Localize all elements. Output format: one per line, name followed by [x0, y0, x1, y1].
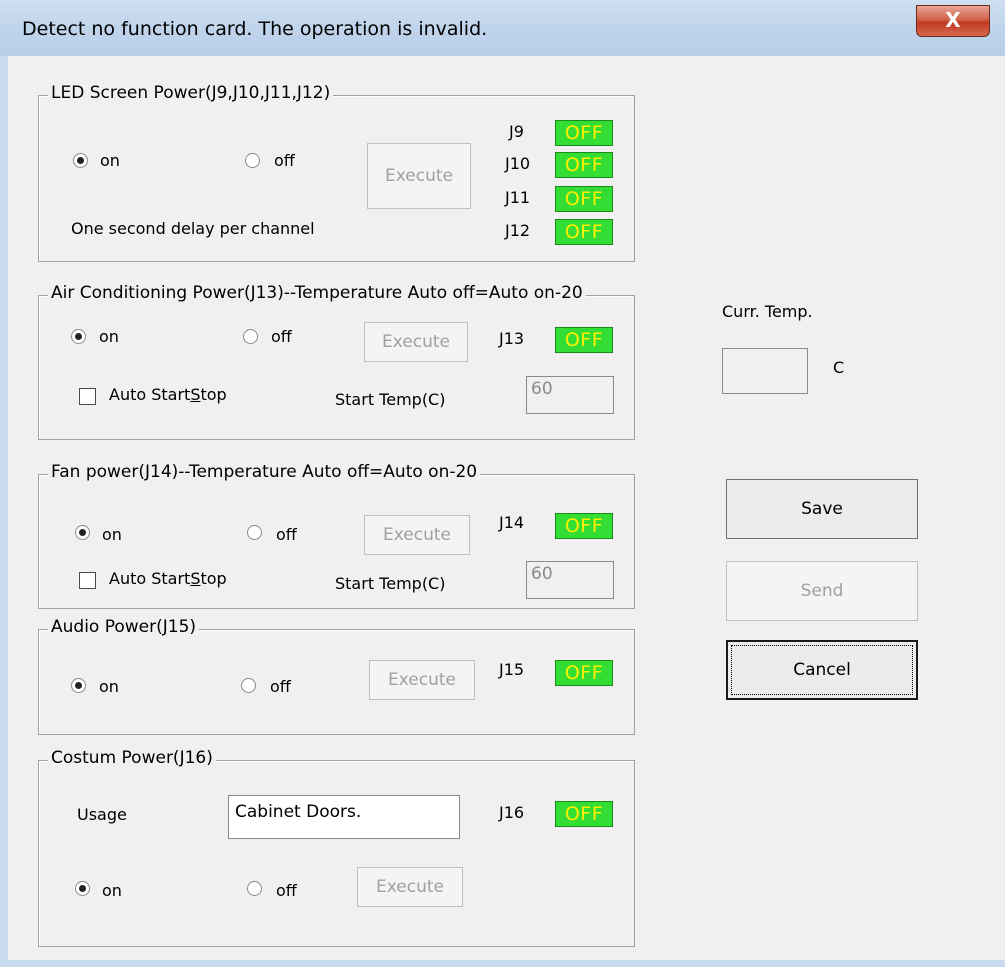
air-conditioning-group: Air Conditioning Power(J13)--Temperature…	[38, 283, 635, 440]
air-off-label: off	[271, 327, 292, 346]
audio-off-label: off	[270, 677, 291, 696]
fan-power-group: Fan power(J14)--Temperature Auto off=Aut…	[38, 462, 635, 609]
audio-on-label: on	[99, 677, 119, 696]
fan-start-temp-field[interactable]: 60	[526, 561, 614, 599]
window-bottom-border	[0, 960, 1005, 967]
j10-status-badge: OFF	[555, 152, 613, 178]
air-execute-button[interactable]: Execute	[364, 322, 468, 362]
custom-execute-button[interactable]: Execute	[357, 867, 463, 907]
j10-label: J10	[505, 154, 531, 173]
send-button[interactable]: Send	[726, 561, 918, 621]
fan-power-group-title: Fan power(J14)--Temperature Auto off=Aut…	[48, 462, 481, 482]
fan-execute-label: Execute	[383, 525, 451, 545]
j12-status-badge: OFF	[555, 219, 613, 245]
led-on-label: on	[100, 151, 120, 170]
save-label: Save	[801, 499, 843, 519]
j14-label: J14	[499, 513, 525, 532]
j9-label: J9	[509, 122, 524, 141]
fan-execute-button[interactable]: Execute	[364, 515, 470, 555]
air-on-radio[interactable]	[71, 329, 86, 344]
audio-power-group: Audio Power(J15) on off Execute J15 OFF	[38, 617, 635, 735]
air-auto-startstop-checkbox[interactable]	[79, 388, 96, 405]
send-label: Send	[800, 581, 844, 601]
fan-auto-startstop-label: Auto StartStop	[109, 569, 227, 588]
window-left-border	[0, 0, 8, 967]
curr-temp-label: Curr. Temp.	[722, 302, 813, 321]
dialog-window: Detect no function card. The operation i…	[0, 0, 1005, 967]
led-power-group-title: LED Screen Power(J9,J10,J11,J12)	[48, 83, 334, 103]
j11-status-badge: OFF	[555, 186, 613, 212]
air-conditioning-group-title: Air Conditioning Power(J13)--Temperature…	[48, 283, 586, 303]
j16-status-badge: OFF	[555, 801, 613, 827]
air-start-temp-field[interactable]: 60	[526, 376, 614, 414]
window-title: Detect no function card. The operation i…	[22, 18, 488, 40]
custom-power-group-title: Costum Power(J16)	[48, 748, 216, 768]
cancel-button[interactable]: Cancel	[726, 640, 918, 700]
j13-label: J13	[499, 329, 525, 348]
fan-auto-startstop-checkbox[interactable]	[79, 572, 96, 589]
usage-input[interactable]: Cabinet Doors.	[228, 795, 460, 839]
fan-start-temp-label: Start Temp(C)	[335, 574, 446, 593]
j15-label: J15	[499, 660, 525, 679]
custom-on-label: on	[102, 881, 122, 900]
curr-temp-field	[722, 348, 808, 394]
led-execute-button[interactable]: Execute	[367, 143, 471, 209]
air-off-radio[interactable]	[243, 329, 258, 344]
close-icon: X	[945, 8, 961, 32]
fan-off-label: off	[276, 525, 297, 544]
j11-label: J11	[505, 188, 531, 207]
j12-label: J12	[505, 221, 531, 240]
air-start-temp-label: Start Temp(C)	[335, 390, 446, 409]
j14-status-badge: OFF	[555, 513, 613, 539]
fan-on-label: on	[102, 525, 122, 544]
led-delay-note: One second delay per channel	[71, 219, 315, 238]
title-bar[interactable]: Detect no function card. The operation i…	[0, 0, 1005, 56]
air-on-label: on	[99, 327, 119, 346]
custom-power-group: Costum Power(J16) Usage Cabinet Doors. J…	[38, 748, 635, 947]
custom-off-radio[interactable]	[247, 881, 262, 896]
usage-label: Usage	[77, 805, 127, 824]
audio-on-radio[interactable]	[71, 678, 86, 693]
j16-label: J16	[499, 803, 525, 822]
dialog-client-area: LED Screen Power(J9,J10,J11,J12) on off …	[8, 56, 1003, 960]
fan-on-radio[interactable]	[75, 525, 90, 540]
j13-status-badge: OFF	[555, 327, 613, 353]
close-button[interactable]: X	[916, 5, 990, 37]
cancel-label: Cancel	[793, 660, 851, 680]
j15-status-badge: OFF	[555, 660, 613, 686]
led-power-group: LED Screen Power(J9,J10,J11,J12) on off …	[38, 83, 635, 262]
save-button[interactable]: Save	[726, 479, 918, 539]
led-on-radio[interactable]	[73, 153, 88, 168]
custom-execute-label: Execute	[376, 877, 444, 897]
custom-off-label: off	[276, 881, 297, 900]
audio-off-radio[interactable]	[241, 678, 256, 693]
led-off-radio[interactable]	[245, 153, 260, 168]
audio-execute-button[interactable]: Execute	[369, 660, 475, 700]
led-off-label: off	[274, 151, 295, 170]
fan-off-radio[interactable]	[247, 525, 262, 540]
led-execute-label: Execute	[385, 166, 453, 186]
audio-execute-label: Execute	[388, 670, 456, 690]
air-auto-startstop-label: Auto StartStop	[109, 385, 227, 404]
temp-unit-label: C	[833, 358, 845, 377]
j9-status-badge: OFF	[555, 120, 613, 146]
custom-on-radio[interactable]	[75, 881, 90, 896]
air-execute-label: Execute	[382, 332, 450, 352]
audio-power-group-title: Audio Power(J15)	[48, 617, 200, 637]
